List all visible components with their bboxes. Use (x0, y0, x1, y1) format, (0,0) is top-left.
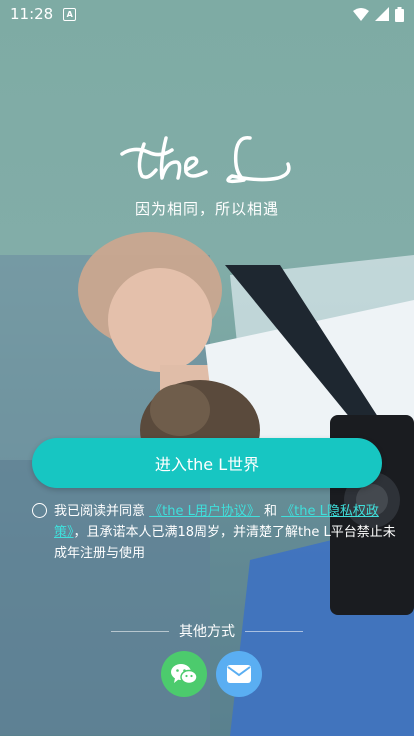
divider-left (111, 630, 169, 632)
enter-button[interactable]: 进入the L世界 (32, 438, 382, 488)
the-l-logo (120, 136, 291, 184)
wifi-icon (353, 8, 369, 21)
other-methods: 其他方式 (0, 621, 414, 641)
signal-icon (375, 7, 389, 21)
email-icon (227, 665, 251, 683)
status-bar: 11:28 A (0, 0, 414, 28)
tagline: 因为相同，所以相遇 (134, 200, 279, 218)
wechat-icon (171, 664, 198, 685)
other-methods-label: 其他方式 (179, 624, 235, 640)
wechat-login-button[interactable] (161, 651, 207, 697)
divider-right (245, 630, 303, 632)
agreement-suffix: ，且承诺本人已满18周岁，并清楚了解the L平台禁止未成年注册与使用 (54, 525, 396, 561)
agreement-and: 和 (259, 504, 282, 519)
notification-icon: A (63, 7, 77, 21)
agreement-block: 我已阅读并同意 《the L用户协议》 和 《the L隐私权政策》，且承诺本人… (32, 501, 398, 564)
user-agreement-link[interactable]: 《the L用户协议》 (149, 504, 260, 519)
battery-icon (395, 6, 404, 22)
agreement-prefix: 我已阅读并同意 (54, 504, 150, 519)
email-login-button[interactable] (216, 651, 262, 697)
status-time: 11:28 (10, 5, 54, 23)
agree-checkbox[interactable] (32, 503, 47, 518)
